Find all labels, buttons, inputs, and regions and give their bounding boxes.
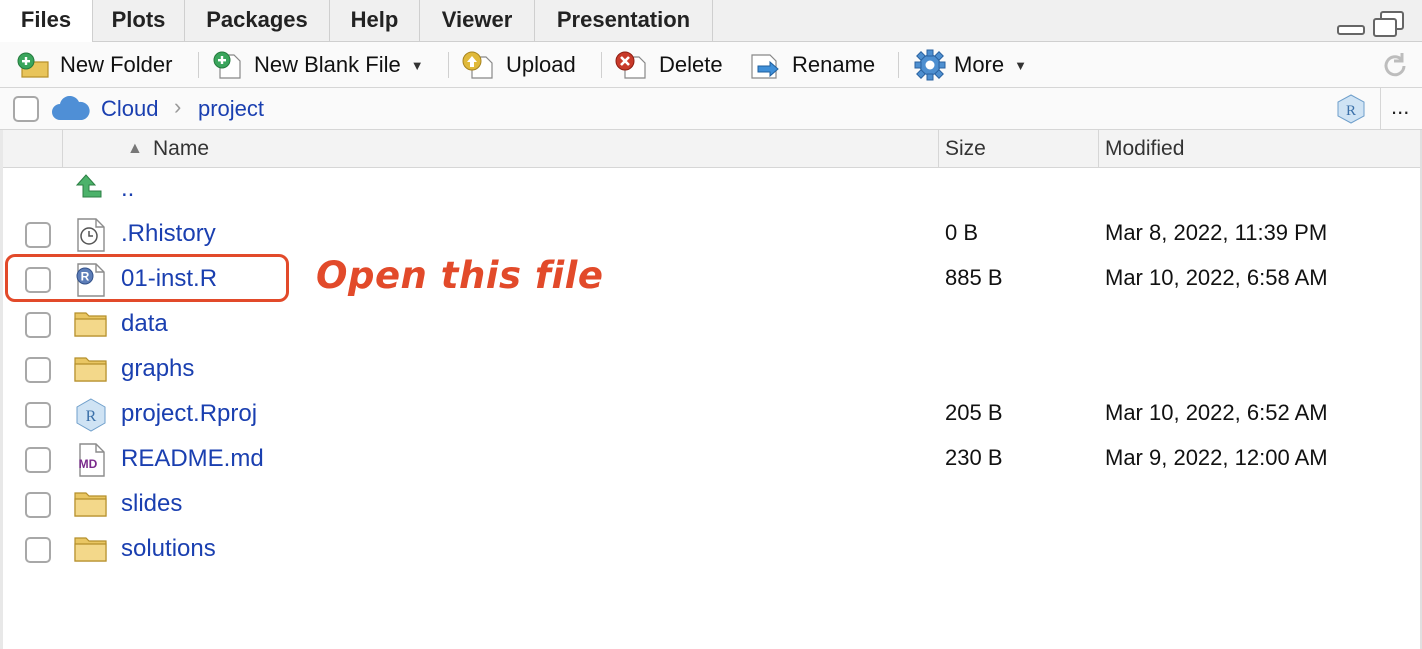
list-item-solutions: solutions xyxy=(0,528,1422,573)
new-folder-label: New Folder xyxy=(60,52,173,77)
tab-viewer[interactable]: Viewer xyxy=(420,0,535,42)
folder-icon xyxy=(74,492,107,517)
row-checkbox[interactable] xyxy=(25,492,51,518)
file-name[interactable]: project.Rproj xyxy=(121,400,257,428)
row-checkbox[interactable] xyxy=(25,537,51,563)
pane-tab-bar: Files Plots Packages Help Viewer Present… xyxy=(0,0,1422,43)
tab-plots[interactable]: Plots xyxy=(93,0,185,42)
files-toolbar: New Folder New Blank File ▼ Upload Delet… xyxy=(0,42,1422,88)
list-item-slides: slides xyxy=(0,483,1422,528)
svg-text:R: R xyxy=(1346,103,1356,119)
rename-icon xyxy=(751,54,779,79)
breadcrumb-project[interactable]: project xyxy=(198,96,264,122)
file-size: 0 B xyxy=(945,220,979,245)
file-name[interactable]: graphs xyxy=(121,355,194,383)
new-folder-button[interactable]: New Folder xyxy=(16,42,172,88)
upload-button[interactable]: Upload xyxy=(460,42,576,88)
file-modified: Mar 8, 2022, 11:39 PM xyxy=(1105,220,1328,245)
file-name[interactable]: solutions xyxy=(121,535,216,563)
row-checkbox[interactable] xyxy=(25,447,51,473)
list-item-data: data xyxy=(0,303,1422,348)
tab-files[interactable]: Files xyxy=(0,0,93,43)
file-modified: Mar 10, 2022, 6:52 AM xyxy=(1105,400,1328,425)
select-all-checkbox[interactable] xyxy=(13,96,39,122)
toolbar-separator xyxy=(198,52,199,78)
file-size: 230 B xyxy=(945,445,1003,470)
row-checkbox[interactable] xyxy=(25,402,51,428)
column-header-size[interactable]: Size xyxy=(938,130,1098,168)
chevron-down-icon: ▼ xyxy=(410,57,424,73)
folder-icon xyxy=(74,537,107,562)
delete-button[interactable]: Delete xyxy=(613,42,723,88)
file-name[interactable]: .Rhistory xyxy=(121,220,216,248)
cloud-icon xyxy=(52,96,90,120)
tab-presentation[interactable]: Presentation xyxy=(535,0,713,42)
chevron-down-icon: ▼ xyxy=(1014,57,1027,73)
rename-label: Rename xyxy=(792,52,876,77)
annotation-highlight-box xyxy=(5,254,289,302)
tab-help[interactable]: Help xyxy=(330,0,420,42)
toolbar-separator xyxy=(898,52,899,78)
list-item-graphs: graphs xyxy=(0,348,1422,393)
delete-label: Delete xyxy=(659,52,723,77)
file-name[interactable]: README.md xyxy=(121,445,264,473)
list-item-rhistory: .Rhistory 0 B Mar 8, 2022, 11:39 PM xyxy=(0,213,1422,258)
list-item-readme: MD README.md 230 B Mar 9, 2022, 12:00 AM xyxy=(0,438,1422,483)
upload-icon xyxy=(462,51,493,79)
file-size: 885 B xyxy=(945,265,1003,290)
file-modified: Mar 10, 2022, 6:58 AM xyxy=(1105,265,1328,290)
minimize-pane-icon[interactable] xyxy=(1336,10,1366,36)
row-checkbox[interactable] xyxy=(25,222,51,248)
svg-text:R: R xyxy=(86,408,97,425)
column-header-modified[interactable]: Modified xyxy=(1098,130,1422,168)
tab-packages[interactable]: Packages xyxy=(185,0,330,42)
file-name[interactable]: data xyxy=(121,310,168,338)
column-header-name[interactable]: ▲ Name xyxy=(62,130,938,168)
rproj-icon[interactable]: R xyxy=(1336,94,1366,124)
annotation-callout: Open this file xyxy=(316,254,604,297)
new-blank-file-button[interactable]: New Blank File ▼ xyxy=(210,42,424,88)
file-name[interactable]: slides xyxy=(121,490,182,518)
breadcrumb-cloud[interactable]: Cloud xyxy=(101,96,158,122)
toolbar-separator xyxy=(448,52,449,78)
file-size: 205 B xyxy=(945,400,1003,425)
upload-label: Upload xyxy=(506,52,576,77)
new-blank-file-label: New Blank File xyxy=(254,52,401,77)
list-item-parent[interactable]: .. xyxy=(0,168,1422,213)
rename-button[interactable]: Rename xyxy=(750,42,875,88)
svg-text:MD: MD xyxy=(79,457,98,471)
row-checkbox[interactable] xyxy=(25,357,51,383)
column-size-label: Size xyxy=(945,137,986,160)
column-name-label: Name xyxy=(153,137,210,160)
maximize-pane-icon[interactable] xyxy=(1372,10,1406,38)
toolbar-separator xyxy=(601,52,602,78)
markdown-file-icon: MD xyxy=(79,443,105,477)
more-label: More xyxy=(954,52,1005,77)
sort-ascending-icon: ▲ xyxy=(127,140,143,157)
file-list-header: ▲ Name Size Modified xyxy=(0,130,1422,168)
file-modified: Mar 9, 2022, 12:00 AM xyxy=(1105,445,1328,470)
gear-icon xyxy=(914,49,946,81)
new-file-icon xyxy=(213,51,241,79)
refresh-icon[interactable] xyxy=(1380,51,1410,81)
path-bar: Cloud › project R ... xyxy=(0,88,1422,130)
column-modified-label: Modified xyxy=(1105,137,1185,160)
list-item-project-rproj: R project.Rproj 205 B Mar 10, 2022, 6:52… xyxy=(0,393,1422,438)
breadcrumb-separator: › xyxy=(174,94,182,119)
new-folder-icon xyxy=(17,52,49,78)
row-checkbox[interactable] xyxy=(25,312,51,338)
rproj-icon: R xyxy=(76,398,106,432)
file-name[interactable]: .. xyxy=(121,175,134,203)
folder-icon xyxy=(74,312,107,337)
path-overflow-button[interactable]: ... xyxy=(1391,94,1409,120)
delete-icon xyxy=(615,51,646,79)
folder-icon xyxy=(74,357,107,382)
up-arrow-icon xyxy=(75,174,102,198)
more-button[interactable]: More ▼ xyxy=(914,42,1027,88)
pathbar-divider xyxy=(1380,88,1381,130)
history-file-icon xyxy=(77,218,105,252)
